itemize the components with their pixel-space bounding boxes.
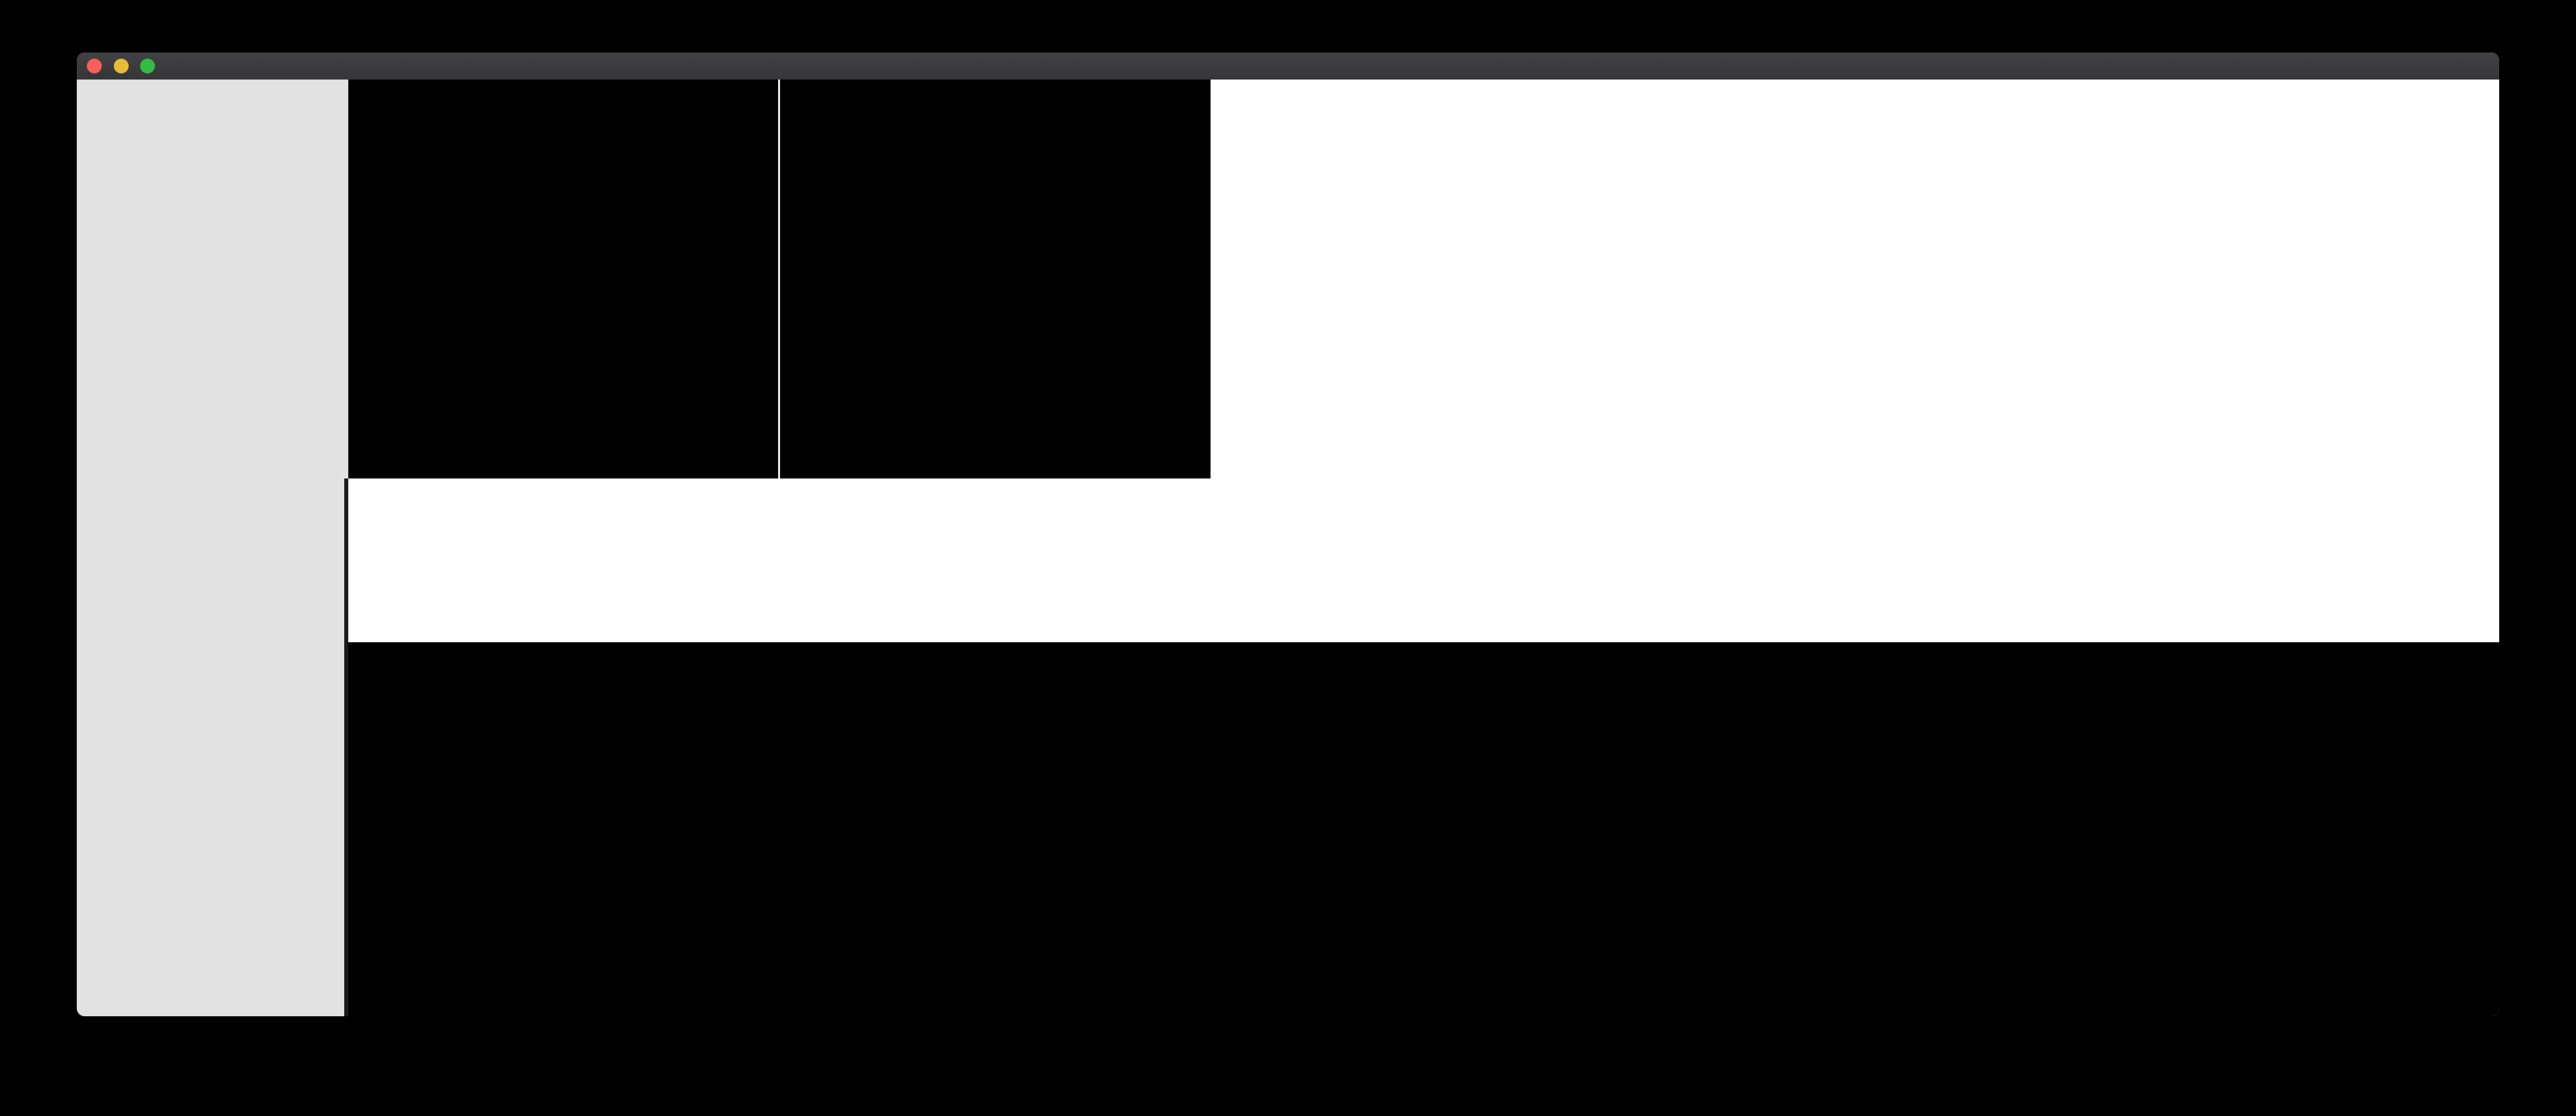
camera-divider [778,80,780,478]
control-panel [77,80,348,1016]
window-title [77,53,2499,80]
right-camera-view [779,80,1211,478]
title-bar[interactable] [77,53,2499,80]
main-window [77,53,2499,1016]
left-camera-view [348,80,779,478]
position-plot[interactable] [348,642,2499,1016]
